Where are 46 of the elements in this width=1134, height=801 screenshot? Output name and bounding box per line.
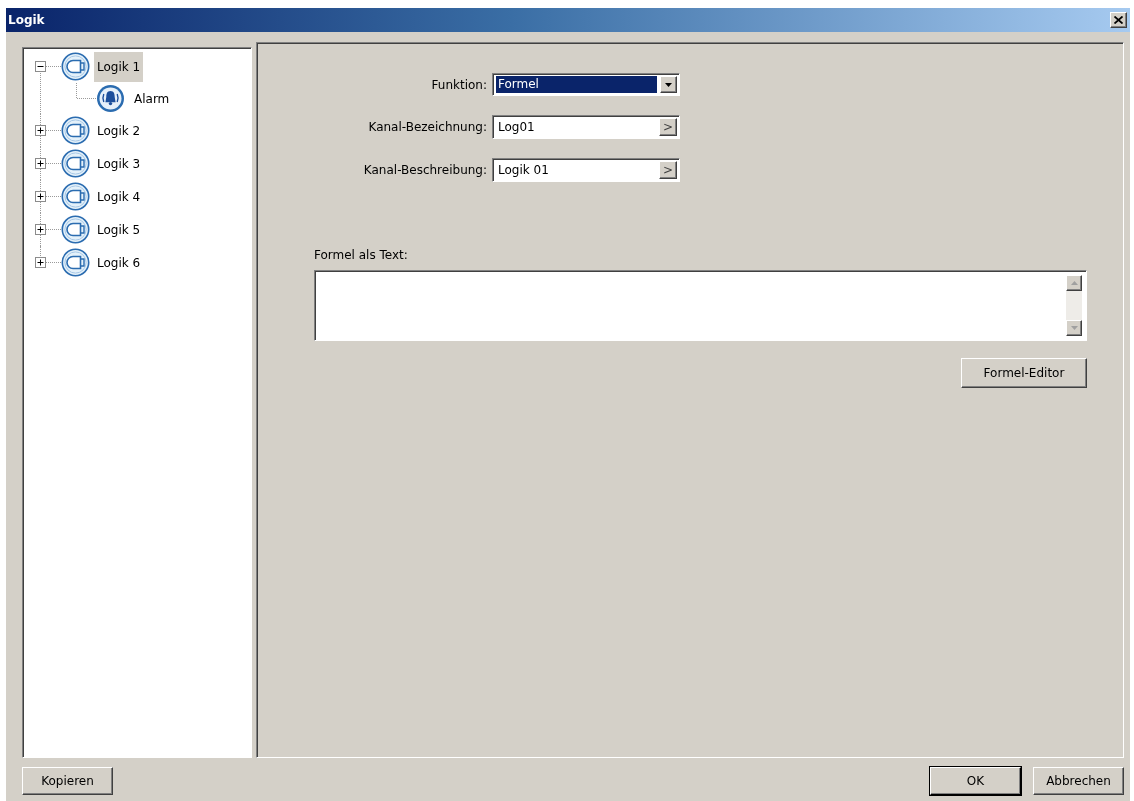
- formula-editor-button[interactable]: Formel-Editor: [961, 358, 1087, 388]
- tree-item[interactable]: Logik 5: [94, 214, 144, 245]
- more-button[interactable]: >: [659, 118, 677, 136]
- tree-item[interactable]: Logik 4: [94, 181, 144, 212]
- plug-icon: [61, 248, 90, 277]
- triangle-up-icon: [1070, 281, 1078, 285]
- bell-icon: [96, 84, 125, 113]
- tree-connector: [76, 83, 96, 99]
- field-label: Funktion:: [430, 77, 487, 92]
- dropdown-value: Formel: [496, 76, 657, 93]
- plug-icon: [61, 149, 90, 178]
- copy-button[interactable]: Kopieren: [22, 767, 113, 795]
- dropdown[interactable]: Formel: [492, 73, 680, 96]
- close-button[interactable]: [1110, 12, 1127, 28]
- plug-icon: [61, 52, 90, 81]
- ok-button[interactable]: OK: [930, 767, 1021, 795]
- tree-item[interactable]: Alarm: [131, 83, 173, 114]
- plug-icon: [61, 215, 90, 244]
- plus-box-icon[interactable]: [34, 224, 46, 235]
- text-field[interactable]: Log01 >: [492, 115, 680, 139]
- scroll-down-button[interactable]: [1066, 320, 1082, 336]
- formula-field[interactable]: [314, 270, 1087, 341]
- caret-down-icon: [665, 82, 672, 87]
- field-label: Kanal-Bezeichnung:: [367, 120, 487, 134]
- scroll-up-button[interactable]: [1066, 275, 1082, 291]
- plus-box-icon[interactable]: [34, 125, 46, 136]
- text-field[interactable]: Logik 01 >: [492, 158, 680, 182]
- plus-box-icon[interactable]: [34, 158, 46, 169]
- minus-box-icon[interactable]: [34, 61, 46, 72]
- plus-box-icon[interactable]: [34, 257, 46, 268]
- triangle-down-icon: [1070, 326, 1078, 330]
- plus-box-icon[interactable]: [34, 191, 46, 202]
- plug-icon: [61, 116, 90, 145]
- cancel-button[interactable]: Abbrechen: [1033, 767, 1124, 795]
- tree-item[interactable]: Logik 2: [94, 115, 144, 146]
- tree-item[interactable]: Logik 1: [94, 51, 144, 82]
- scrollbar[interactable]: [1066, 275, 1082, 336]
- more-button[interactable]: >: [659, 161, 677, 179]
- plug-icon: [61, 182, 90, 211]
- window-title: Logik: [8, 13, 45, 27]
- field-label: Kanal-Beschreibung:: [362, 163, 487, 177]
- dropdown-button[interactable]: [660, 76, 677, 93]
- field-label: Formel als Text:: [314, 248, 409, 262]
- tree-item[interactable]: Logik 3: [94, 148, 144, 179]
- close-icon: [1114, 16, 1123, 24]
- tree-item[interactable]: Logik 6: [94, 247, 144, 278]
